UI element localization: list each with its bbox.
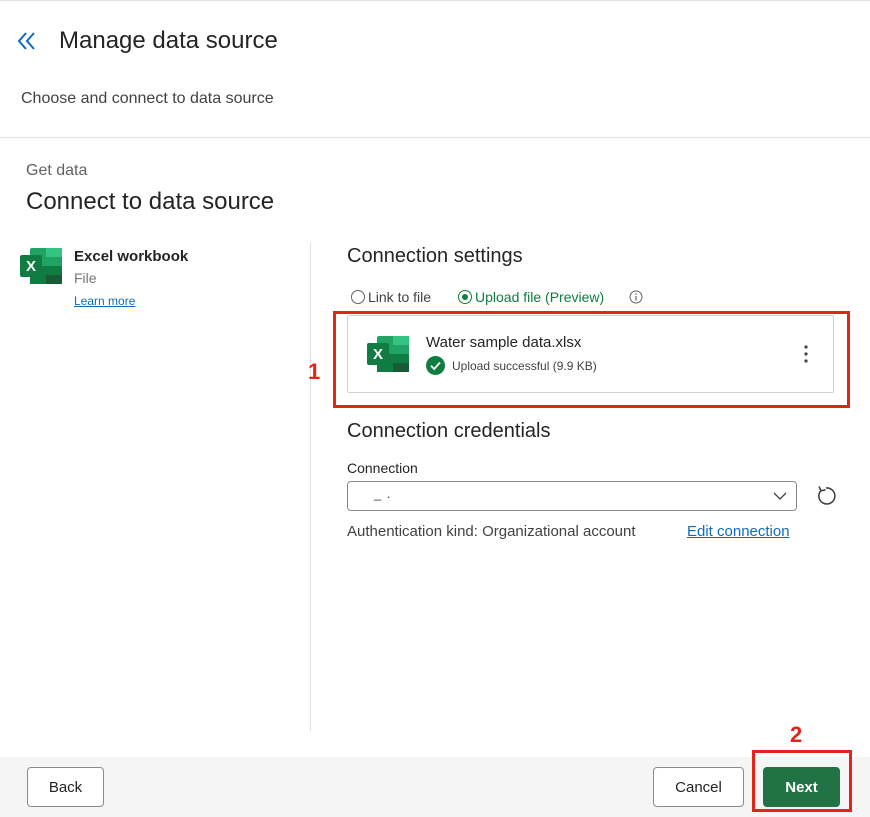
page-subtitle: Choose and connect to data source [21,90,274,107]
radio-label: Upload file (Preview) [475,289,605,305]
learn-more-link[interactable]: Learn more [74,294,135,308]
source-type: File [74,270,97,286]
excel-icon: X [20,248,62,284]
connection-settings-title: Connection settings [347,245,523,267]
connection-dropdown[interactable]: _ . [347,481,797,511]
connection-credentials-title: Connection credentials [347,420,551,442]
radio-label: Link to file [368,289,432,305]
annotation-number-1: 1 [308,359,321,384]
page-title: Manage data source [59,27,278,54]
back-button[interactable]: Back [27,767,104,807]
vertical-divider [310,243,311,731]
annotation-box-1 [333,311,850,408]
authentication-kind: Authentication kind: Organizational acco… [347,523,636,540]
connection-value: _ . [374,486,392,501]
radio-button-selected[interactable] [458,290,472,304]
cancel-button[interactable]: Cancel [653,767,744,807]
section-title: Connect to data source [26,188,275,215]
radio-link-to-file[interactable]: Link to file [351,289,431,305]
radio-button[interactable] [351,290,365,304]
source-name: Excel workbook [74,248,189,265]
double-chevron-left-icon[interactable] [14,28,40,54]
info-icon[interactable] [629,290,643,304]
svg-text:X: X [26,258,36,275]
header: Manage data source Choose and connect to… [0,0,870,138]
annotation-box-2 [752,750,852,812]
connection-label: Connection [347,460,418,476]
chevron-down-icon [773,492,787,500]
edit-connection-link[interactable]: Edit connection [687,523,790,540]
section-eyebrow: Get data [26,162,88,179]
annotation-number-2: 2 [790,722,803,747]
refresh-icon[interactable] [814,484,838,508]
radio-upload-file[interactable]: Upload file (Preview) [458,289,604,305]
